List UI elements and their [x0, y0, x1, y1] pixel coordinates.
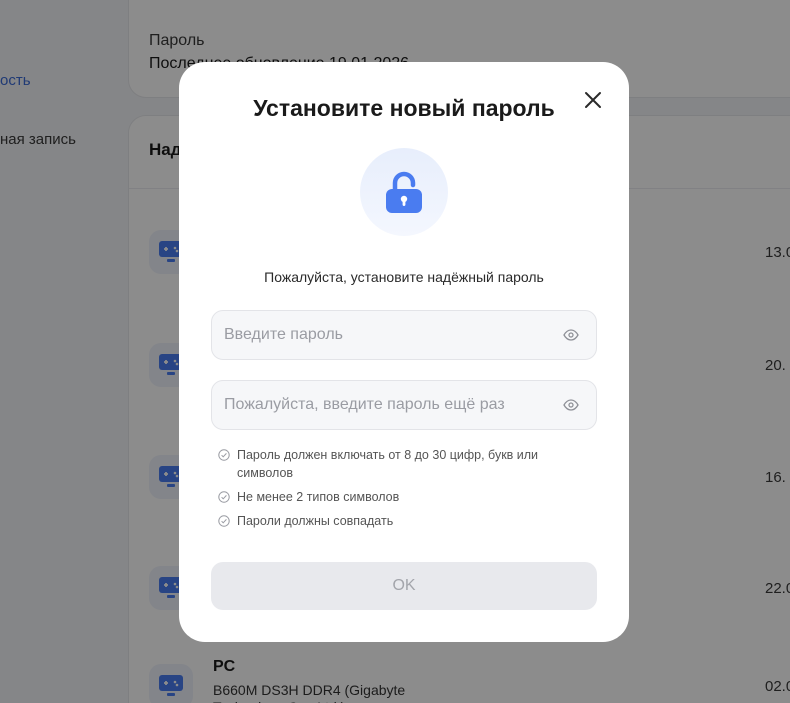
check-circle-icon	[218, 449, 230, 461]
close-icon	[585, 92, 601, 108]
dialog-hint: Пожалуйста, установите надёжный пароль	[264, 269, 544, 285]
close-button[interactable]	[579, 86, 607, 114]
ok-button[interactable]: OK	[211, 562, 597, 610]
eye-icon[interactable]	[562, 326, 580, 344]
check-circle-icon	[218, 491, 230, 503]
rule-text: Пароли должны совпадать	[237, 514, 394, 528]
password-rule: Не менее 2 типов символов	[218, 488, 558, 506]
confirm-password-field[interactable]	[211, 380, 597, 430]
eye-icon[interactable]	[562, 396, 580, 414]
password-field[interactable]	[211, 310, 597, 360]
password-rule: Пароль должен включать от 8 до 30 цифр, …	[218, 446, 558, 482]
lock-icon	[386, 171, 422, 213]
check-circle-icon	[218, 515, 230, 527]
set-password-dialog: Установите новый пароль Пожалуйста, уста…	[179, 62, 629, 642]
password-input[interactable]	[224, 311, 554, 359]
password-rules: Пароль должен включать от 8 до 30 цифр, …	[218, 446, 558, 536]
rule-text: Не менее 2 типов символов	[237, 490, 400, 504]
lock-illustration	[360, 148, 448, 236]
password-rule: Пароли должны совпадать	[218, 512, 558, 530]
rule-text: Пароль должен включать от 8 до 30 цифр, …	[237, 448, 539, 480]
dialog-title: Установите новый пароль	[253, 95, 555, 121]
confirm-password-input[interactable]	[224, 381, 554, 429]
